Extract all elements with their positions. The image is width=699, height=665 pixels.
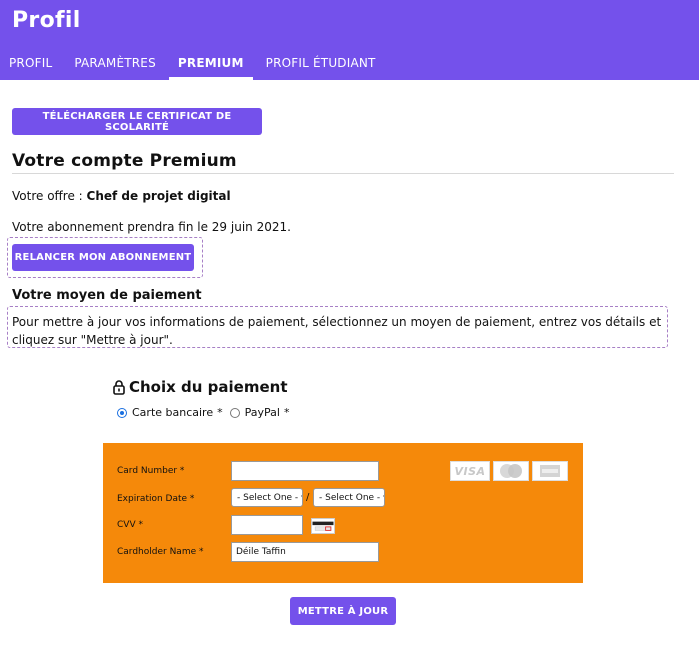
expiration-date-label: Expiration Date *	[117, 494, 195, 504]
lock-icon	[113, 379, 125, 395]
offer-line: Votre offre : Chef de projet digital	[12, 189, 231, 203]
update-payment-button[interactable]: METTRE À JOUR	[290, 597, 396, 625]
tab-premium[interactable]: PREMIUM	[168, 55, 253, 80]
cardholder-name-input[interactable]: Déile Taffin	[231, 542, 379, 562]
card-form-panel: Card Number * Expiration Date * - Select…	[103, 443, 583, 583]
visa-icon: VISA	[450, 461, 490, 481]
amex-logo	[540, 465, 560, 477]
cvv-card-icon	[311, 518, 335, 534]
subscription-end-text: Votre abonnement prendra fin le 29 juin …	[12, 220, 291, 234]
visa-logo-text: VISA	[454, 464, 486, 478]
section-divider	[12, 173, 674, 174]
payment-section-title: Votre moyen de paiement	[12, 288, 202, 303]
payment-method-options: Carte bancaire * PayPal *	[117, 406, 296, 419]
payment-choice-title: Choix du paiement	[113, 378, 288, 396]
expiration-year-select[interactable]: - Select One -▼	[313, 488, 385, 507]
radio-carte-bancaire[interactable]	[117, 407, 127, 418]
mastercard-logo	[500, 464, 522, 478]
download-certificate-button[interactable]: TÉLÉCHARGER LE CERTIFICAT DE SCOLARITÉ	[12, 108, 262, 135]
date-separator: /	[306, 492, 310, 503]
amex-icon	[532, 461, 568, 481]
mastercard-icon	[493, 461, 529, 481]
month-select-value: - Select One -	[237, 492, 299, 503]
tab-profil-etudiant[interactable]: PROFIL ÉTUDIANT	[257, 55, 385, 80]
required-mark: *	[217, 406, 223, 419]
paypal-label[interactable]: PayPal	[245, 406, 280, 419]
tab-bar: PROFIL PARAMÈTRES PREMIUM PROFIL ÉTUDIAN…	[0, 55, 389, 80]
offer-value: Chef de projet digital	[86, 189, 231, 203]
tab-parametres[interactable]: PARAMÈTRES	[65, 55, 165, 80]
app-header: Profil PROFIL PARAMÈTRES PREMIUM PROFIL …	[0, 0, 699, 80]
tab-profil[interactable]: PROFIL	[0, 55, 61, 80]
renew-subscription-button[interactable]: RELANCER MON ABONNEMENT	[12, 244, 194, 271]
card-number-input[interactable]	[231, 461, 379, 481]
payment-description: Pour mettre à jour vos informations de p…	[12, 315, 662, 347]
cvv-label: CVV *	[117, 520, 143, 530]
chevron-down-icon: ▼	[301, 494, 302, 502]
card-number-label: Card Number *	[117, 466, 185, 476]
payment-choice-label: Choix du paiement	[129, 378, 288, 396]
carte-bancaire-label[interactable]: Carte bancaire	[132, 406, 213, 419]
offer-label: Votre offre :	[12, 189, 83, 203]
required-mark: *	[283, 406, 290, 419]
premium-section-title: Votre compte Premium	[12, 151, 237, 171]
year-select-value: - Select One -	[319, 492, 381, 503]
cvv-input[interactable]	[231, 515, 303, 535]
chevron-down-icon: ▼	[383, 494, 384, 502]
radio-paypal[interactable]	[229, 407, 240, 418]
page-title: Profil	[12, 8, 81, 33]
cardholder-name-label: Cardholder Name *	[117, 547, 204, 557]
expiration-month-select[interactable]: - Select One -▼	[231, 488, 303, 507]
